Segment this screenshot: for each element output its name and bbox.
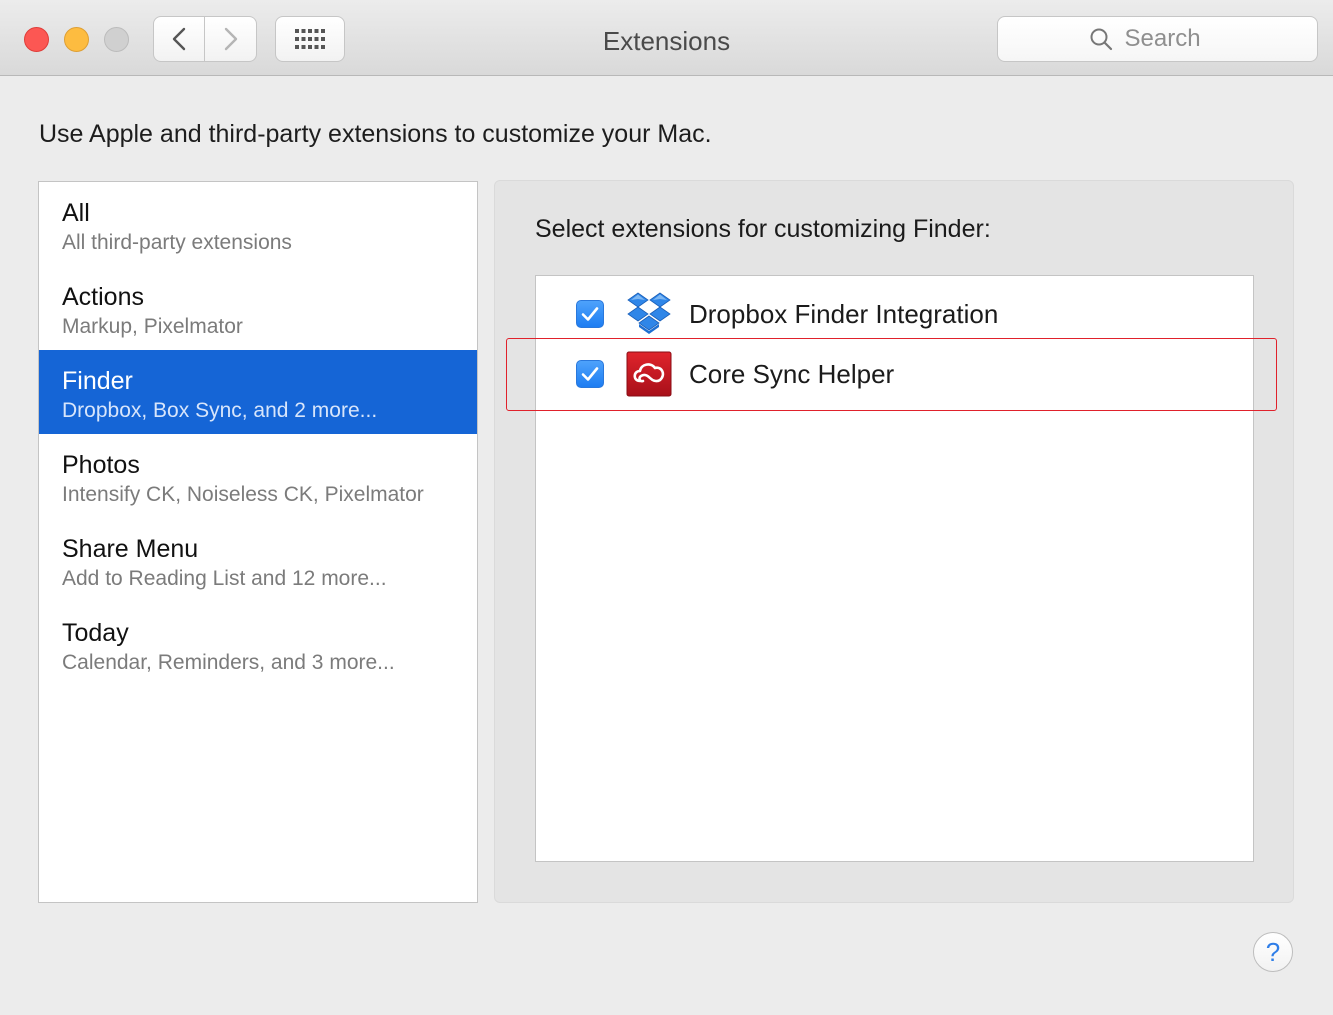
- dropbox-icon: [627, 292, 671, 334]
- category-all[interactable]: All All third-party extensions: [39, 182, 477, 266]
- category-finder[interactable]: Finder Dropbox, Box Sync, and 2 more...: [39, 350, 477, 434]
- category-photos[interactable]: Photos Intensify CK, Noiseless CK, Pixel…: [39, 434, 477, 518]
- category-actions[interactable]: Actions Markup, Pixelmator: [39, 266, 477, 350]
- category-share-menu[interactable]: Share Menu Add to Reading List and 12 mo…: [39, 518, 477, 602]
- highlight-annotation-box: [506, 338, 1277, 411]
- page-description: Use Apple and third-party extensions to …: [39, 120, 712, 148]
- checkmark-icon: [581, 307, 599, 321]
- category-subtitle: Add to Reading List and 12 more...: [62, 567, 387, 590]
- extension-row-dropbox[interactable]: Dropbox Finder Integration: [536, 280, 1253, 340]
- extension-checkbox[interactable]: [576, 300, 604, 328]
- category-name: Today: [62, 619, 129, 647]
- category-subtitle: All third-party extensions: [62, 231, 292, 254]
- toolbar: Extensions: [0, 0, 1333, 76]
- extension-categories-list: All All third-party extensions Actions M…: [38, 181, 478, 903]
- category-name: Share Menu: [62, 535, 199, 563]
- category-today[interactable]: Today Calendar, Reminders, and 3 more...: [39, 602, 477, 686]
- category-name: Photos: [62, 451, 140, 479]
- search-field[interactable]: [997, 16, 1318, 62]
- category-subtitle: Markup, Pixelmator: [62, 315, 243, 338]
- category-subtitle: Calendar, Reminders, and 3 more...: [62, 651, 395, 674]
- category-subtitle: Dropbox, Box Sync, and 2 more...: [62, 399, 378, 422]
- panel-heading: Select extensions for customizing Finder…: [535, 215, 991, 243]
- search-input[interactable]: [1122, 24, 1227, 54]
- category-name: Finder: [62, 367, 133, 395]
- help-button[interactable]: ?: [1253, 932, 1293, 972]
- search-icon: [1090, 28, 1112, 51]
- extension-label: Dropbox Finder Integration: [689, 299, 999, 329]
- extensions-panel: Select extensions for customizing Finder…: [494, 180, 1294, 903]
- category-subtitle: Intensify CK, Noiseless CK, Pixelmator: [62, 483, 424, 506]
- category-name: All: [62, 199, 90, 227]
- category-name: Actions: [62, 283, 144, 311]
